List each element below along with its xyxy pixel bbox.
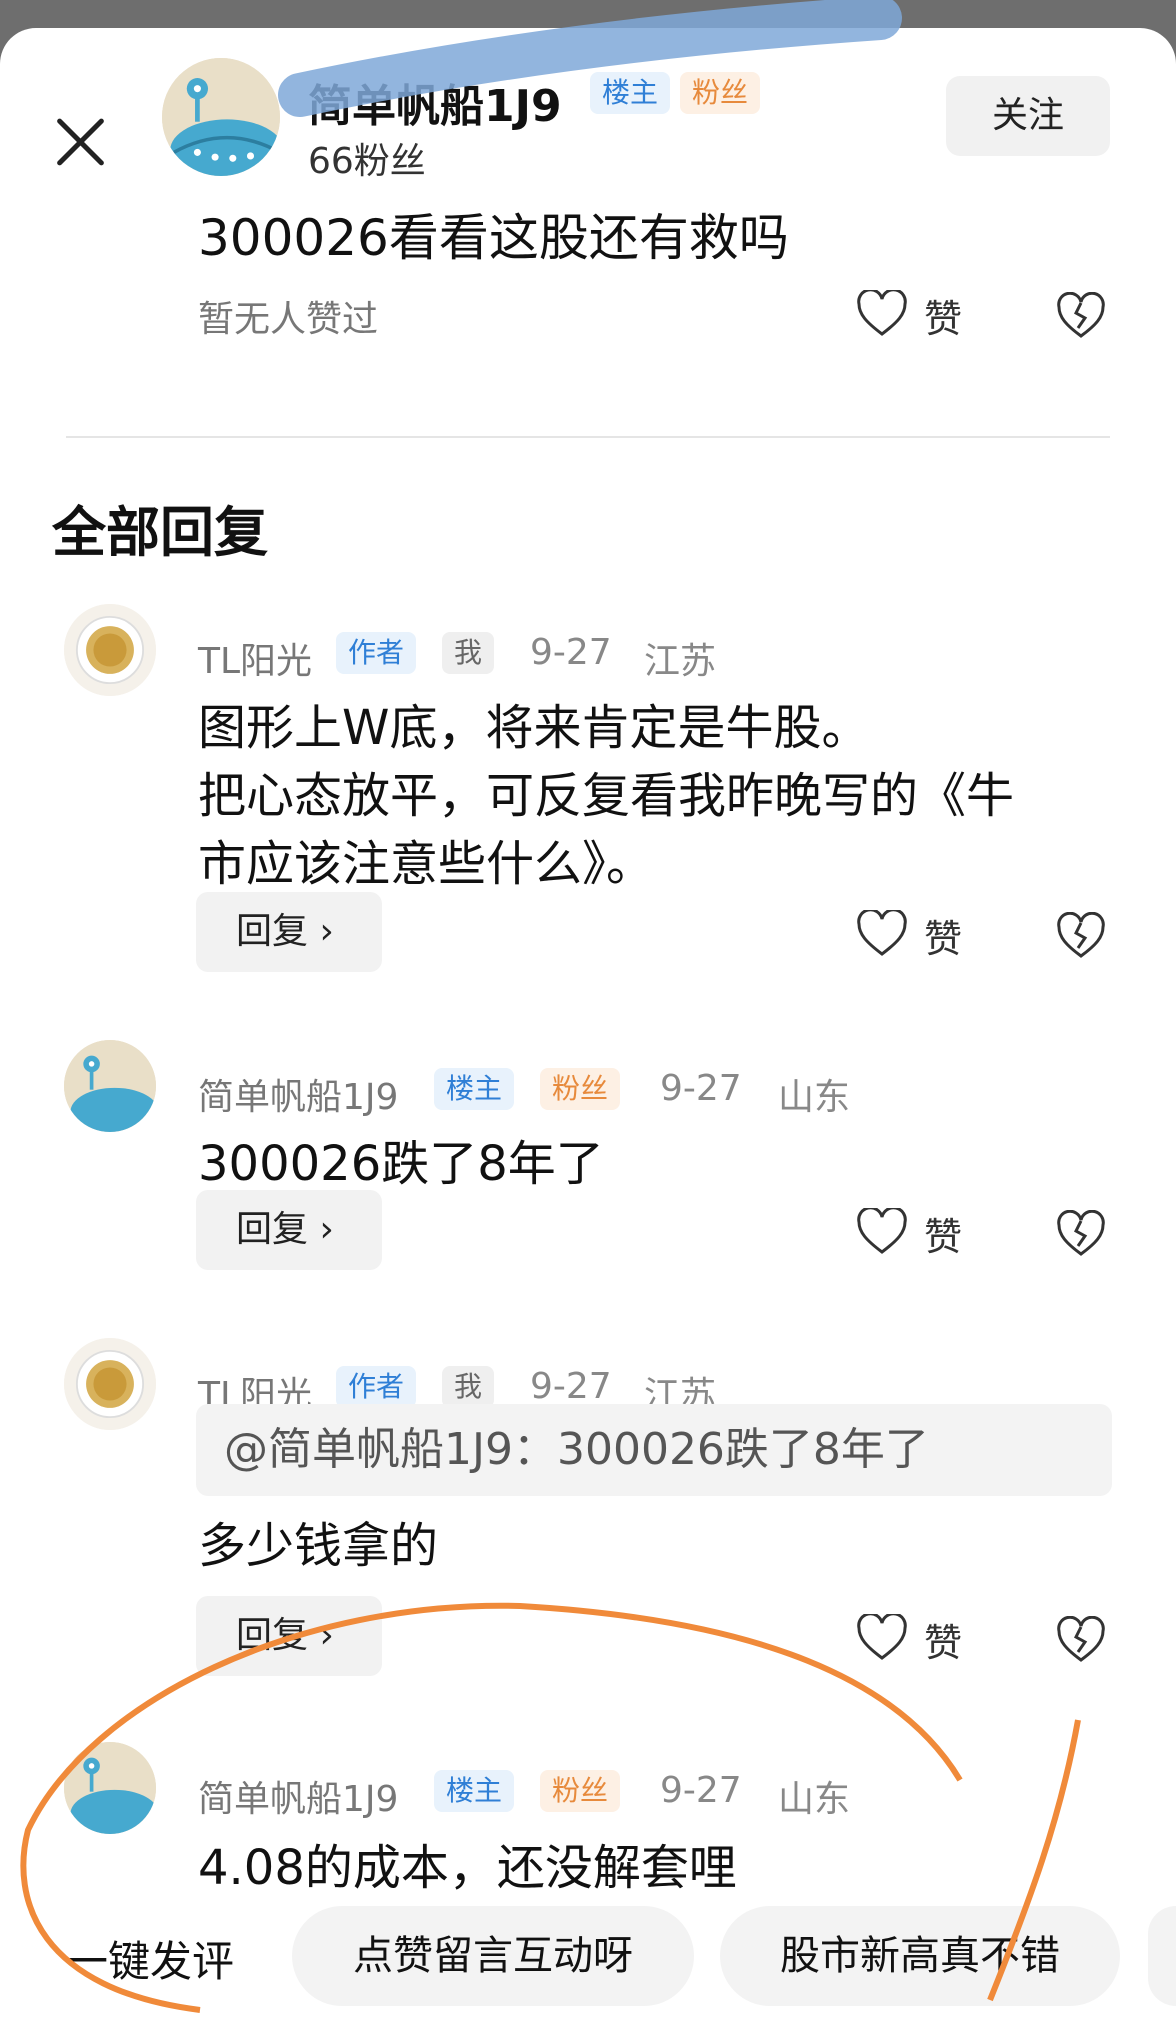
fan-tag: 粉丝 bbox=[680, 72, 761, 114]
reply-region: 山东 bbox=[778, 1779, 851, 1820]
dislike-icon[interactable] bbox=[1056, 1210, 1106, 1258]
dislike-icon[interactable] bbox=[1056, 912, 1106, 960]
avatar[interactable] bbox=[64, 1742, 156, 1834]
author-tag: 作者 bbox=[336, 632, 417, 674]
owner-tag: 楼主 bbox=[434, 1770, 515, 1812]
reply-region: 山东 bbox=[778, 1077, 851, 1118]
quick-comment-chip[interactable]: 点赞留言互动呀 bbox=[292, 1906, 694, 2006]
heart-icon[interactable] bbox=[856, 290, 908, 338]
reply-date: 9-27 bbox=[530, 1366, 612, 1407]
me-tag: 我 bbox=[442, 1366, 495, 1408]
no-likes-text: 暂无人赞过 bbox=[198, 299, 379, 340]
like-label[interactable]: 赞 bbox=[924, 1612, 962, 1667]
avatar[interactable] bbox=[64, 1338, 156, 1430]
author-tag: 作者 bbox=[336, 1366, 417, 1408]
reply-text: 多少钱拿的 bbox=[198, 1518, 439, 1574]
heart-icon[interactable] bbox=[856, 1208, 908, 1256]
heart-icon[interactable] bbox=[856, 1614, 908, 1662]
owner-tag: 楼主 bbox=[590, 72, 671, 114]
reply-author[interactable]: 简单帆船1J9 bbox=[198, 1068, 398, 1120]
quick-comment-label: 一键发评 bbox=[66, 1937, 235, 1986]
like-label[interactable]: 赞 bbox=[924, 288, 962, 343]
reply-author[interactable]: 简单帆船1J9 bbox=[198, 1770, 398, 1822]
quick-comment-chip-partial[interactable] bbox=[1148, 1906, 1176, 2006]
quick-comment-chip[interactable]: 股市新高真不错 bbox=[720, 1906, 1120, 2006]
quoted-reply[interactable]: @简单帆船1J9：300026跌了8年了 bbox=[196, 1404, 1112, 1496]
post-detail-sheet: 简单帆船1J9 楼主 粉丝 66粉丝 关注 300026看看这股还有救吗 暂无人… bbox=[0, 28, 1176, 2019]
avatar[interactable] bbox=[64, 604, 156, 696]
like-label[interactable]: 赞 bbox=[924, 1206, 962, 1261]
reply-button[interactable]: 回复 › bbox=[196, 1190, 382, 1270]
avatar[interactable] bbox=[64, 1040, 156, 1132]
reply-author[interactable]: TL阳光 bbox=[198, 632, 312, 684]
fan-tag: 粉丝 bbox=[540, 1068, 621, 1110]
reply-button[interactable]: 回复 › bbox=[196, 1596, 382, 1676]
like-label[interactable]: 赞 bbox=[924, 908, 962, 963]
reply-date: 9-27 bbox=[660, 1068, 742, 1109]
reply-text: 4.08的成本，还没解套哩 bbox=[198, 1840, 737, 1896]
post-text: 300026看看这股还有救吗 bbox=[198, 209, 789, 267]
reply-text: 300026跌了8年了 bbox=[198, 1136, 604, 1192]
heart-icon[interactable] bbox=[856, 910, 908, 958]
dislike-icon[interactable] bbox=[1056, 292, 1106, 340]
reply-date: 9-27 bbox=[660, 1770, 742, 1811]
reply-region: 江苏 bbox=[644, 641, 717, 682]
me-tag: 我 bbox=[442, 632, 495, 674]
dislike-icon[interactable] bbox=[1056, 1616, 1106, 1664]
owner-tag: 楼主 bbox=[434, 1068, 515, 1110]
all-replies-title: 全部回复 bbox=[52, 501, 268, 564]
divider bbox=[66, 436, 1110, 438]
reply-text: 图形上W底，将来肯定是牛股。 把心态放平，可反复看我昨晚写的《牛 市应该注意些什… bbox=[198, 700, 1015, 892]
fan-tag: 粉丝 bbox=[540, 1770, 621, 1812]
avatar[interactable] bbox=[162, 58, 280, 176]
close-icon[interactable] bbox=[52, 114, 108, 170]
reply-date: 9-27 bbox=[530, 632, 612, 673]
reply-button[interactable]: 回复 › bbox=[196, 892, 382, 972]
quick-comment-bar: 一键发评 点赞留言互动呀 股市新高真不错 bbox=[0, 1906, 1176, 2019]
follow-button[interactable]: 关注 bbox=[946, 76, 1110, 156]
fan-count: 66粉丝 bbox=[308, 141, 426, 182]
author-name[interactable]: 简单帆船1J9 bbox=[308, 70, 562, 134]
